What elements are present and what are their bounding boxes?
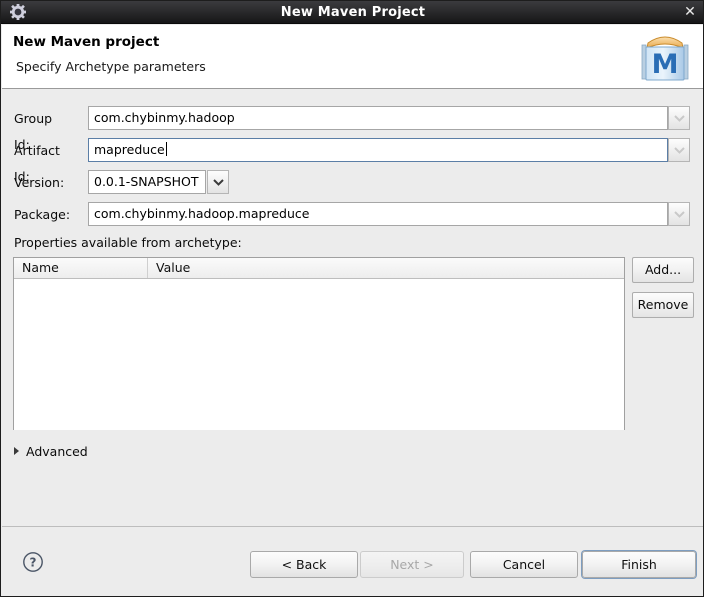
chevron-down-icon <box>673 210 685 218</box>
dialog-footer: ? < Back Next > Cancel Finish <box>2 526 703 596</box>
back-button[interactable]: < Back <box>250 551 358 578</box>
properties-table[interactable]: Name Value <box>13 257 625 430</box>
advanced-expander[interactable]: Advanced <box>14 442 88 460</box>
svg-text:?: ? <box>30 556 37 570</box>
column-header-value[interactable]: Value <box>148 258 624 278</box>
next-button: Next > <box>360 551 464 578</box>
gear-icon <box>5 1 31 23</box>
artifact-id-value: mapreduce <box>94 142 165 157</box>
package-input[interactable]: com.chybinmy.hadoop.mapreduce <box>88 202 668 226</box>
dialog-content: Group Id: com.chybinmy.hadoop Artifact I… <box>2 90 703 526</box>
artifact-id-dropdown-button[interactable] <box>668 138 690 162</box>
version-dropdown-button[interactable] <box>207 170 229 194</box>
maven-logo-letter: M <box>652 49 679 80</box>
help-circle-icon[interactable]: ? <box>22 551 44 573</box>
group-id-dropdown-button[interactable] <box>668 106 690 130</box>
window-title: New Maven Project <box>280 4 426 20</box>
finish-button[interactable]: Finish <box>582 551 696 578</box>
chevron-down-icon <box>673 146 685 154</box>
version-select[interactable]: 0.0.1-SNAPSHOT <box>88 170 206 194</box>
package-dropdown-button[interactable] <box>668 202 690 226</box>
column-header-name[interactable]: Name <box>14 258 148 278</box>
page-title: New Maven project <box>13 34 160 50</box>
close-icon[interactable]: ✕ <box>679 3 701 22</box>
window-titlebar: New Maven Project ✕ <box>1 1 703 24</box>
group-id-input[interactable]: com.chybinmy.hadoop <box>88 106 668 130</box>
advanced-label: Advanced <box>26 443 88 459</box>
artifact-id-input[interactable]: mapreduce <box>88 138 668 162</box>
chevron-down-icon <box>673 114 685 122</box>
new-maven-project-dialog: New Maven Project ✕ New Maven project Sp… <box>0 0 704 597</box>
table-header-row: Name Value <box>14 258 624 279</box>
properties-section-label: Properties available from archetype: <box>14 235 242 250</box>
table-body[interactable] <box>14 279 624 430</box>
triangle-right-icon <box>14 447 19 455</box>
add-property-button[interactable]: Add... <box>632 257 694 283</box>
remove-property-button[interactable]: Remove <box>632 292 694 318</box>
package-label: Package: <box>14 207 71 222</box>
cancel-button[interactable]: Cancel <box>470 551 578 578</box>
page-subtitle: Specify Archetype parameters <box>16 59 206 74</box>
chevron-down-icon <box>212 178 224 186</box>
version-label: Version: <box>14 175 65 190</box>
text-caret <box>165 142 167 156</box>
maven-logo: M <box>634 28 696 86</box>
dialog-header: New Maven project Specify Archetype para… <box>2 25 703 89</box>
